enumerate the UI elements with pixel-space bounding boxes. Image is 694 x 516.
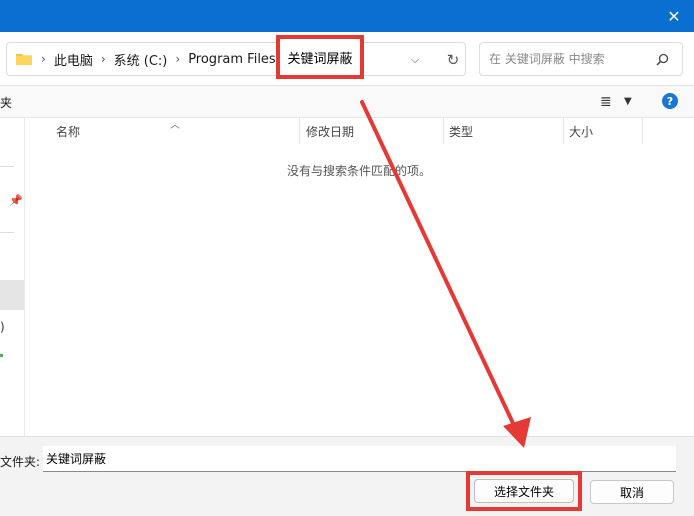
crumb-system-c[interactable]: 系统 (C:) [114,50,168,69]
column-divider[interactable] [563,118,564,144]
close-icon: ✕ [667,6,681,26]
breadcrumb[interactable]: › 此电脑 › 系统 (C:) › Program Files ⌵ ↻ [6,42,466,76]
search-icon[interactable] [650,53,674,66]
toolbar: 夹 ≣ ▼ ? [0,86,694,118]
column-modified-label: 修改日期 [306,124,355,139]
column-name-label: 名称 [56,124,81,139]
select-folder-button[interactable]: 选择文件夹 [474,479,574,503]
file-list: ︿ 名称 修改日期 类型 大小 没有与搜索条件匹配的项。 [25,118,694,436]
column-headers: ︿ 名称 修改日期 类型 大小 [25,118,694,144]
nav-item-selected[interactable] [0,280,24,310]
divider [0,232,14,233]
chevron-right-icon: › [175,52,181,66]
column-divider[interactable] [299,118,300,144]
column-divider[interactable] [642,118,643,144]
nav-item-drive-partial[interactable]: ) [0,320,5,334]
column-divider[interactable] [443,118,444,144]
close-button[interactable]: ✕ [654,0,694,32]
folder-label: 文件夹: [0,455,41,469]
column-type-label: 类型 [449,124,474,139]
address-bar: › 此电脑 › 系统 (C:) › Program Files ⌵ ↻ 关键词屏… [0,32,694,86]
column-header-name[interactable]: 名称 [56,118,296,144]
chevron-right-icon: › [100,52,106,66]
title-bar: ✕ [0,0,694,32]
chevron-right-icon: › [41,52,46,66]
cancel-button[interactable]: 取消 [590,480,674,504]
navigation-pane: 📌 ) [0,118,25,436]
view-menu-icon[interactable]: ≣ [600,94,612,110]
dialog-footer: 文件夹: 选择文件夹 取消 [0,436,694,516]
search-input[interactable] [480,52,650,66]
crumb-current-folder[interactable]: 关键词屏蔽 [276,35,364,79]
toolbar-new-folder-label[interactable]: 夹 [0,94,12,111]
column-header-modified[interactable]: 修改日期 [306,118,442,144]
crumb-current-label: 关键词屏蔽 [287,51,353,67]
pin-icon[interactable]: 📌 [9,194,23,207]
help-icon[interactable]: ? [662,93,678,109]
column-header-type[interactable]: 类型 [449,118,561,144]
chevron-down-icon[interactable]: ▼ [624,96,632,107]
select-folder-highlight: 选择文件夹 [466,471,582,511]
search-box [479,42,683,76]
folder-name-input[interactable] [43,446,676,472]
nav-item-indicator [0,354,3,357]
refresh-icon[interactable]: ↻ [441,50,465,70]
folder-icon [15,52,33,66]
crumb-this-pc[interactable]: 此电脑 [54,50,93,69]
empty-message: 没有与搜索条件匹配的项。 [287,164,432,178]
crumb-program-files[interactable]: Program Files [188,52,276,67]
column-size-label: 大小 [569,124,594,139]
divider [0,166,14,167]
chevron-down-icon[interactable]: ⌵ [405,53,425,67]
column-header-size[interactable]: 大小 [569,118,641,144]
